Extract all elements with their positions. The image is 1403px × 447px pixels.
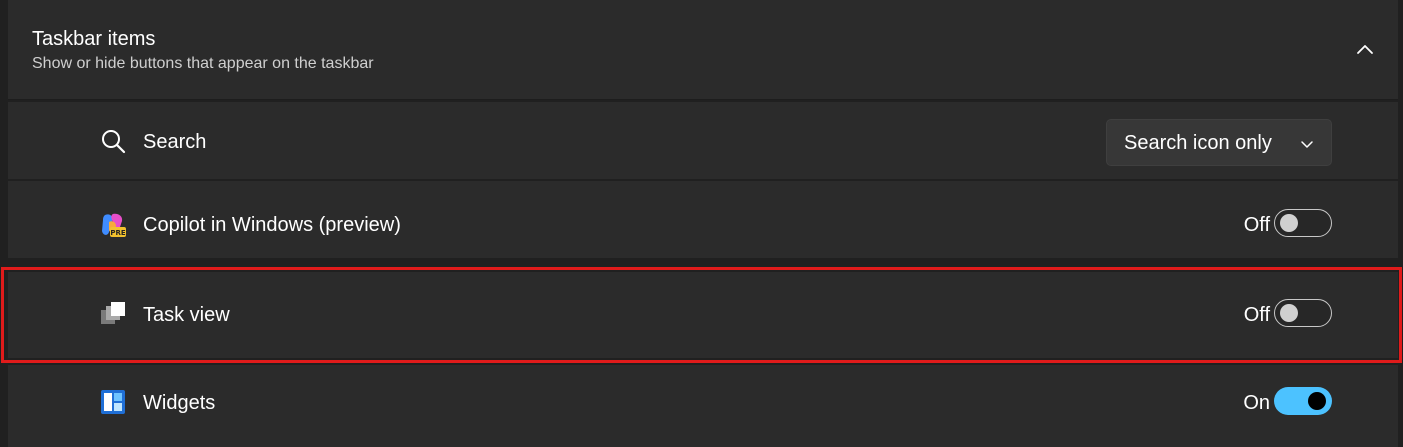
taskbar-items-panel: Taskbar items Show or hide buttons that … <box>8 0 1398 447</box>
toggle-knob <box>1280 214 1298 232</box>
setting-row-copilot: PRE Copilot in Windows (preview) Off <box>8 181 1398 258</box>
task-view-label: Task view <box>143 304 230 326</box>
chevron-up-icon[interactable] <box>1354 38 1376 60</box>
setting-row-task-view: Task view Off <box>8 272 1398 358</box>
search-icon <box>102 130 126 154</box>
copilot-state-text: Off <box>1243 214 1270 236</box>
section-title: Taskbar items <box>32 28 156 50</box>
toggle-knob <box>1280 304 1298 322</box>
widgets-label: Widgets <box>143 392 216 414</box>
search-mode-dropdown[interactable]: Search icon only <box>1106 119 1332 166</box>
section-subtitle: Show or hide buttons that appear on the … <box>32 55 374 72</box>
copilot-label: Copilot in Windows (preview) <box>143 214 401 236</box>
copilot-toggle[interactable] <box>1274 209 1332 237</box>
task-view-icon <box>101 302 125 324</box>
search-mode-value: Search icon only <box>1124 132 1272 154</box>
taskbar-items-header[interactable]: Taskbar items Show or hide buttons that … <box>8 0 1398 100</box>
widgets-toggle[interactable] <box>1274 387 1332 415</box>
task-view-toggle[interactable] <box>1274 299 1332 327</box>
toggle-knob <box>1308 392 1326 410</box>
setting-row-widgets: Widgets On <box>8 365 1398 447</box>
copilot-icon: PRE <box>102 213 126 237</box>
chevron-down-icon <box>1301 141 1313 148</box>
search-label: Search <box>143 131 207 153</box>
widgets-icon <box>101 390 125 414</box>
task-view-state-text: Off <box>1243 304 1270 326</box>
setting-row-search: Search Search icon only <box>8 102 1398 179</box>
svg-text:PRE: PRE <box>110 229 126 237</box>
widgets-state-text: On <box>1243 392 1270 414</box>
